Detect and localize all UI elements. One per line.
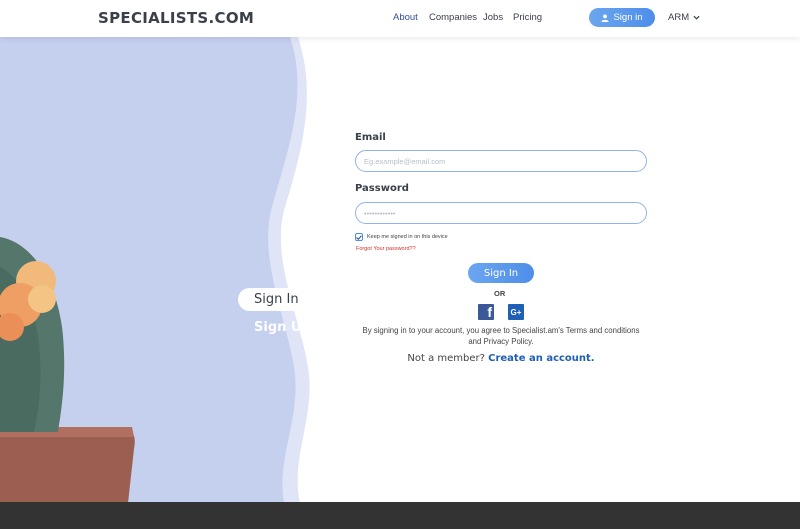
create-account-link[interactable]: Create an account.: [488, 353, 594, 364]
password-label: Password: [355, 183, 409, 194]
user-icon: [601, 13, 610, 22]
side-panel-background: [0, 37, 320, 503]
email-label: Email: [355, 132, 386, 143]
signup-prompt: Not a member? Create an account.: [355, 353, 647, 364]
page-footer: [0, 502, 800, 529]
signin-submit-button[interactable]: Sign In: [468, 263, 534, 283]
auth-side-panel: Sign In Sign Up: [0, 37, 320, 503]
nav-companies[interactable]: Companies: [429, 12, 477, 23]
nav-pricing[interactable]: Pricing: [513, 12, 542, 23]
checkmark-icon: [356, 234, 362, 240]
keep-signed-in-checkbox[interactable]: [355, 233, 363, 241]
header-signin-label: Sign in: [613, 12, 643, 23]
language-selector[interactable]: ARM: [668, 12, 700, 23]
facebook-icon[interactable]: f: [478, 304, 494, 320]
terms-text: By signing in to your account, you agree…: [362, 326, 640, 346]
or-divider: OR: [494, 289, 506, 298]
nav-jobs[interactable]: Jobs: [483, 12, 503, 23]
forgot-password-link[interactable]: Forgot Your password??: [356, 246, 416, 252]
not-member-text: Not a member?: [407, 353, 485, 364]
keep-signed-in-label[interactable]: Keep me signed in on this device: [367, 234, 448, 240]
email-field[interactable]: [355, 150, 647, 172]
header-signin-button[interactable]: Sign in: [589, 8, 655, 27]
tab-signin[interactable]: Sign In: [238, 288, 312, 311]
site-logo[interactable]: SPECIALISTS.COM: [98, 9, 254, 27]
top-navbar: SPECIALISTS.COM About Companies Jobs Pri…: [0, 0, 800, 37]
google-plus-icon[interactable]: G+: [508, 304, 524, 320]
language-label: ARM: [668, 12, 690, 23]
password-field[interactable]: [355, 202, 647, 224]
nav-about[interactable]: About: [393, 12, 418, 23]
tab-signup[interactable]: Sign Up: [254, 320, 311, 335]
chevron-down-icon: [693, 15, 700, 20]
